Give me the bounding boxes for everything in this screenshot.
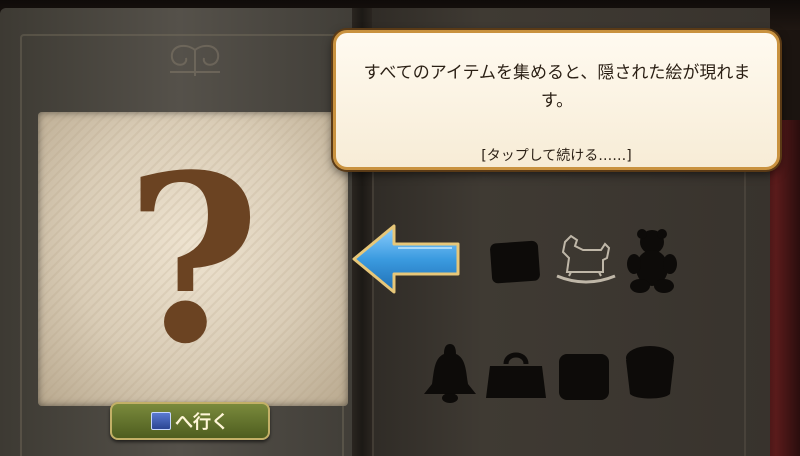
go-to-button[interactable]: へ行く xyxy=(110,402,270,440)
bell-icon[interactable] xyxy=(420,342,480,404)
tap-to-continue-hint: [タップして続ける……] xyxy=(481,148,632,164)
dialog-message: すべてのアイテムを集めると、隠された絵が現れます。 xyxy=(363,63,751,111)
hidden-picture-scene: ? へ行く すべてのアイテムを集めると、隠された絵が現れます。 [タップして続け… xyxy=(0,0,800,456)
arrow-left-icon xyxy=(352,224,460,294)
go-button-label: へ行く xyxy=(175,412,229,433)
tutorial-dialog[interactable]: すべてのアイテムを集めると、隠された絵が現れます。 [タップして続ける……] xyxy=(333,30,780,170)
hidden-picture-card[interactable]: ? xyxy=(38,112,348,406)
book-icon xyxy=(151,412,171,430)
handbag-icon[interactable] xyxy=(484,350,548,402)
teddy-bear-icon[interactable] xyxy=(624,228,682,294)
rocking-horse-icon[interactable] xyxy=(553,232,619,288)
basket-icon[interactable] xyxy=(620,344,680,402)
page-ornament-icon xyxy=(170,44,220,76)
block-icon[interactable] xyxy=(488,238,544,286)
drum-icon[interactable] xyxy=(555,350,613,404)
book-right-frame xyxy=(372,170,746,456)
question-mark: ? xyxy=(125,125,261,395)
